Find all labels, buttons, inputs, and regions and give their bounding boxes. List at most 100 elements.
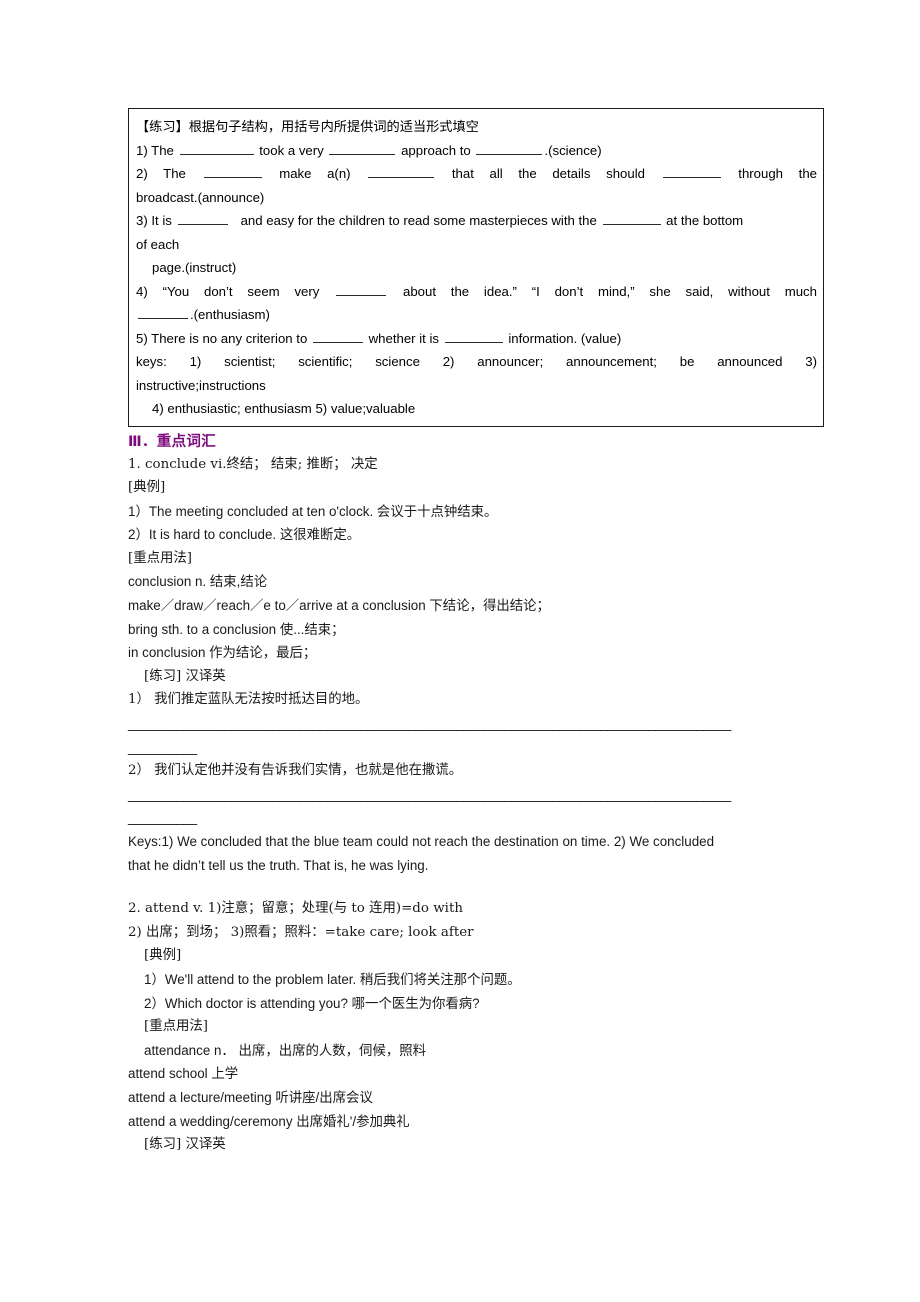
q1-part-4: .(science): [544, 142, 602, 158]
fill-blank[interactable]: [177, 212, 228, 225]
attend-headword-text-1: 2. attend v. 1)注意；留意；处理(与 to 连用)=do with: [128, 901, 463, 917]
q2-part-4: through the: [738, 166, 817, 181]
q5-part-3: information. (value): [508, 330, 622, 346]
entry-attend-usage-label: [重点用法]: [128, 1015, 828, 1039]
entry-conclude-usage-label: [重点用法]: [128, 547, 828, 571]
q3-part-3: at the bottom: [666, 213, 744, 228]
fill-blank[interactable]: [336, 283, 387, 296]
answer-rule-text: __________: [128, 739, 197, 755]
exercise-question-1: 1) The took a very approach to .(science…: [136, 139, 817, 163]
usage-text: attend a wedding/ceremony 出席婚礼'/参加典礼: [128, 1113, 410, 1129]
fill-blank[interactable]: [662, 165, 721, 178]
fill-blank[interactable]: [476, 142, 543, 155]
exercise-question-3-cont2: page.(instruct): [136, 256, 817, 280]
q4-num: 4): [136, 283, 148, 299]
entry-attend-usage-2: attend school 上学: [128, 1062, 828, 1086]
entry-attend-example-2: 2）Which doctor is attending you? 哪一个医生为你…: [128, 992, 828, 1016]
entry-attend-examples-label: [典例]: [128, 944, 828, 968]
entry-attend-usage-3: attend a lecture/meeting 听讲座/出席会议: [128, 1086, 828, 1110]
exercise-keys-line-2: instructive;instructions: [136, 374, 817, 398]
keys-text: Keys:1) We concluded that the blue team …: [128, 834, 715, 849]
exercise-question-2: 2) The make a(n) that all the details sh…: [136, 162, 817, 186]
usage-text: conclusion n. 结束,结论: [128, 574, 268, 590]
keys-text: that he didn’t tell us the truth. That i…: [128, 857, 429, 873]
answer-rule-text: __________: [128, 810, 197, 826]
entry-conclude-practice-2: 2） 我们认定他并没有告诉我们实情，也就是他在撒谎。: [128, 759, 828, 783]
document-page: 【练习】根据句子结构，用括号内所提供词的适当形式填空 1) The took a…: [0, 0, 920, 1302]
label-text: [重点用法]: [144, 1019, 209, 1035]
label-text: [练习] 汉译英: [144, 668, 226, 684]
attend-headword-text-2: 2) 出席；到场； 3)照看；照料：=take care; look after: [128, 924, 474, 940]
label-text: [重点用法]: [128, 550, 193, 566]
example-text: 1）We'll attend to the problem later. 稍后我…: [144, 971, 521, 987]
q1-part-2: took a very: [259, 142, 324, 158]
usage-text: attend a lecture/meeting 听讲座/出席会议: [128, 1089, 373, 1105]
entry-attend-usage-1: attendance n． 出席，出席的人数，伺候，照料: [128, 1039, 828, 1063]
entry-conclude-example-1: 1）The meeting concluded at ten o'clock. …: [128, 500, 828, 524]
usage-text: attend school 上学: [128, 1066, 239, 1082]
usage-text: make／draw／reach／e to／arrive at a conclus…: [128, 598, 550, 614]
fill-blank[interactable]: [138, 306, 188, 319]
entry-conclude-keys-1: Keys:1) We concluded that the blue team …: [128, 830, 828, 854]
q2-part-3: that all the details should: [451, 166, 645, 181]
exercise-question-5: 5) There is no any criterion to whether …: [136, 327, 817, 351]
label-text: [典例]: [128, 480, 166, 496]
example-text: 2）It is hard to conclude. 这很难断定。: [128, 527, 361, 543]
entry-conclude-examples-label: [典例]: [128, 476, 828, 500]
exercise-keys-line-1: keys: 1) scientist; scientific; science …: [136, 350, 817, 374]
q3-continuation-1: of each: [136, 236, 180, 252]
q3-part-2: and easy for the children to read some m…: [240, 213, 597, 228]
exercise-question-3: 3) It is and easy for the children to re…: [136, 209, 817, 233]
q5-part-2: whether it is: [368, 330, 439, 346]
answer-rule-2-wrap[interactable]: __________: [128, 806, 828, 830]
keys-text-1: keys: 1) scientist; scientific; science …: [136, 354, 817, 369]
entry-attend-practice-label: [练习] 汉译英: [128, 1133, 828, 1157]
entry-conclude-headword: 1. conclude vi.终结； 结束; 推断； 决定: [128, 453, 828, 477]
entry-attend-headword-1: 2. attend v. 1)注意；留意；处理(与 to 连用)=do with: [128, 897, 828, 921]
entry-conclude-example-2: 2）It is hard to conclude. 这很难断定。: [128, 523, 828, 547]
q2-part-2: make a(n): [279, 166, 351, 181]
entry-attend-usage-4: attend a wedding/ceremony 出席婚礼'/参加典礼: [128, 1110, 828, 1134]
fill-blank[interactable]: [203, 165, 262, 178]
document-content: 【练习】根据句子结构，用括号内所提供词的适当形式填空 1) The took a…: [128, 108, 828, 1157]
q4-part-2: about the idea.” “I don’t mind,” she sai…: [402, 283, 817, 299]
practice-text: 1） 我们推定蓝队无法按时抵达目的地。: [128, 692, 369, 708]
example-text: 2）Which doctor is attending you? 哪一个医生为你…: [144, 995, 480, 1011]
section-heading-key-vocabulary: Ⅲ．重点词汇: [128, 431, 828, 453]
q2-part-1: The: [163, 166, 186, 181]
exercise-question-4: 4) “You don’t seem very about the idea.”…: [136, 280, 817, 304]
exercise-keys-line-3: 4) enthusiastic; enthusiasm 5) value;val…: [136, 397, 817, 421]
fill-blank[interactable]: [444, 330, 503, 343]
keys-text-3: 4) enthusiastic; enthusiasm 5) value;val…: [152, 401, 416, 416]
fill-blank[interactable]: [329, 142, 396, 155]
q4-part-1: “You don’t seem very: [162, 283, 320, 299]
q3-continuation-2: page.(instruct): [152, 260, 237, 275]
practice-text: 2） 我们认定他并没有告诉我们实情，也就是他在撒谎。: [128, 763, 463, 779]
label-text: [练习] 汉译英: [144, 1137, 226, 1153]
answer-rule-2[interactable]: ________________________________________…: [128, 783, 828, 807]
usage-text: bring sth. to a conclusion 使...结束；: [128, 621, 345, 637]
fill-blank[interactable]: [602, 212, 661, 225]
exercise-question-2-cont: broadcast.(announce): [136, 186, 817, 210]
exercise-question-3-cont1: of each: [136, 233, 817, 257]
entry-conclude-practice-label: [练习] 汉译英: [128, 665, 828, 689]
answer-rule-1[interactable]: ________________________________________…: [128, 712, 828, 736]
keys-text-2: instructive;instructions: [136, 377, 266, 393]
fill-blank[interactable]: [368, 165, 435, 178]
answer-rule-1-wrap[interactable]: __________: [128, 736, 828, 760]
label-text: [典例]: [144, 948, 182, 964]
entry-conclude-usage-2: make／draw／reach／e to／arrive at a conclus…: [128, 594, 828, 618]
q1-part-1: 1) The: [136, 142, 174, 158]
answer-rule-text: ________________________________________…: [128, 786, 731, 802]
exercise-title: 【练习】根据句子结构，用括号内所提供词的适当形式填空: [136, 115, 817, 139]
q2-continuation: broadcast.(announce): [136, 189, 265, 205]
entry-conclude-usage-3: bring sth. to a conclusion 使...结束；: [128, 618, 828, 642]
entry-attend-headword-2: 2) 出席；到场； 3)照看；照料：=take care; look after: [128, 921, 828, 945]
exercise-box: 【练习】根据句子结构，用括号内所提供词的适当形式填空 1) The took a…: [128, 108, 824, 427]
fill-blank[interactable]: [179, 142, 254, 155]
fill-blank[interactable]: [312, 330, 363, 343]
q5-num: 5) There is no any criterion to: [136, 330, 308, 346]
usage-text: in conclusion 作为结论，最后；: [128, 645, 317, 661]
usage-text: attendance n． 出席，出席的人数，伺候，照料: [144, 1042, 427, 1058]
